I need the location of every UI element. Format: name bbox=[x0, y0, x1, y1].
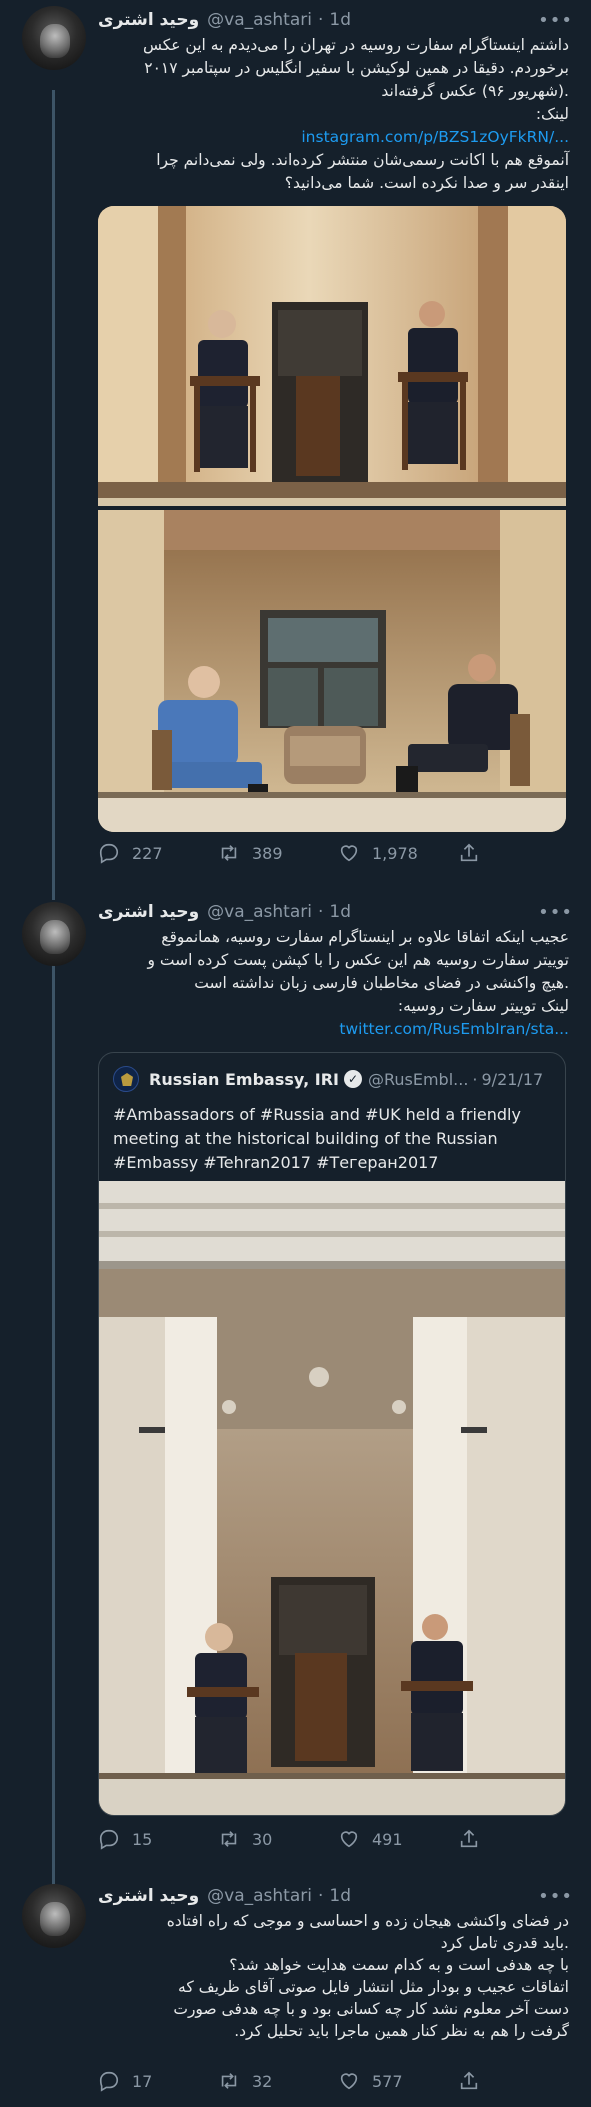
separator-dot: · bbox=[472, 1069, 478, 1089]
share-icon bbox=[460, 1829, 478, 1848]
reply-count: 17 bbox=[132, 2071, 153, 2091]
embassy-emblem-icon[interactable] bbox=[113, 1066, 139, 1092]
timestamp[interactable]: 1d bbox=[329, 1886, 351, 1906]
reply-count: 15 bbox=[132, 1829, 153, 1849]
retweet-icon bbox=[221, 1831, 237, 1847]
more-options-icon[interactable]: ••• bbox=[538, 1886, 573, 1907]
text-line: توییتر سفارت روسیه هم این عکس را با کپشن… bbox=[147, 951, 569, 969]
twitter-link[interactable]: twitter.com/RusEmbIran/sta... bbox=[98, 1018, 569, 1041]
tweet-text: عجیب اینکه اتفاقا علاوه بر اینستاگرام سف… bbox=[98, 926, 569, 1041]
tweet-actions: 15 30 491 bbox=[98, 1824, 498, 1854]
text-line: عجیب اینکه اتفاقا علاوه بر اینستاگرام سف… bbox=[161, 928, 569, 946]
retweet-button[interactable]: 30 bbox=[218, 1828, 338, 1850]
instagram-link[interactable]: instagram.com/p/BZS1zOyFkRN/... bbox=[98, 126, 569, 149]
tweet-header: وحید اشتری @va_ashtari · 1d ••• bbox=[98, 8, 573, 32]
quote-text-line: #Ambassadors of #Russia and #UK held a f… bbox=[113, 1105, 521, 1124]
tweet-text: در فضای واکنشی هیجان زده و احساسی و موجی… bbox=[98, 1910, 569, 2042]
retweet-count: 389 bbox=[252, 843, 283, 863]
reply-button[interactable]: 15 bbox=[98, 1828, 218, 1850]
avatar[interactable] bbox=[22, 6, 86, 70]
author-handle[interactable]: @va_ashtari bbox=[207, 1886, 312, 1906]
text-line: در فضای واکنشی هیجان زده و احساسی و موجی… bbox=[166, 1912, 569, 1930]
quote-text-line: #Embassy #Tehran2017 #Тегеран2017 bbox=[113, 1153, 439, 1172]
like-icon bbox=[340, 1831, 358, 1848]
tweet-1[interactable]: وحید اشتری @va_ashtari · 1d ••• داشتم ای… bbox=[0, 0, 591, 880]
author-handle[interactable]: @va_ashtari bbox=[207, 902, 312, 922]
text-line: داشتم اینستاگرام سفارت روسیه در تهران را… bbox=[142, 36, 569, 54]
text-line: .(شهریور ۹۶) عکس گرفته‌اند bbox=[381, 82, 569, 100]
tweet-header: وحید اشتری @va_ashtari · 1d ••• bbox=[98, 900, 573, 924]
quote-tweet[interactable]: Russian Embassy, IRI ✓ @RusEmbl... · 9/2… bbox=[98, 1052, 566, 1816]
like-icon bbox=[340, 845, 358, 862]
quote-header: Russian Embassy, IRI ✓ @RusEmbl... · 9/2… bbox=[113, 1066, 551, 1092]
like-count: 491 bbox=[372, 1829, 403, 1849]
quote-text-line: meeting at the historical building of th… bbox=[113, 1129, 498, 1148]
share-icon bbox=[460, 2071, 478, 2090]
text-line: .هیچ واکنشی در فضای مخاطبان فارسی زبان ن… bbox=[194, 974, 569, 992]
timestamp[interactable]: 1d bbox=[329, 902, 351, 922]
text-line: اتفاقات عجیب و بودار مثل انتشار فایل صوت… bbox=[178, 1978, 569, 1996]
author-name[interactable]: وحید اشتری bbox=[98, 902, 199, 922]
tweet-text: داشتم اینستاگرام سفارت روسیه در تهران را… bbox=[98, 34, 569, 195]
quote-author-handle[interactable]: @RusEmbl... bbox=[368, 1070, 468, 1089]
quote-photo[interactable] bbox=[99, 1181, 565, 1815]
retweet-count: 30 bbox=[252, 1829, 273, 1849]
separator-dot: · bbox=[317, 1886, 324, 1906]
text-line: با چه هدفی است و به کدام سمت هدایت خواهد… bbox=[229, 1956, 569, 1974]
reply-button[interactable]: 227 bbox=[98, 842, 218, 864]
like-button[interactable]: 1,978 bbox=[338, 842, 458, 864]
text-line: دست آخر معلوم نشد کار چه کسانی بود و با … bbox=[173, 2000, 569, 2018]
like-button[interactable]: 577 bbox=[338, 2070, 458, 2092]
reply-icon bbox=[99, 2071, 119, 2092]
share-icon bbox=[460, 843, 478, 862]
more-options-icon[interactable]: ••• bbox=[538, 10, 573, 31]
quote-photo-image bbox=[99, 1181, 565, 1815]
avatar[interactable] bbox=[22, 902, 86, 966]
like-button[interactable]: 491 bbox=[338, 1828, 458, 1850]
like-count: 577 bbox=[372, 2071, 403, 2091]
retweet-button[interactable]: 32 bbox=[218, 2070, 338, 2092]
text-line: برخوردم. دقیقا در همین لوکیشن با سفیر ان… bbox=[144, 59, 569, 77]
like-count: 1,978 bbox=[372, 843, 418, 863]
retweet-icon bbox=[221, 2073, 237, 2089]
verified-badge-icon: ✓ bbox=[343, 1070, 362, 1088]
retweet-button[interactable]: 389 bbox=[218, 842, 338, 864]
tweet-actions: 17 32 577 bbox=[98, 2066, 498, 2096]
tweet-photo[interactable] bbox=[98, 206, 566, 832]
share-button[interactable] bbox=[458, 2070, 498, 2092]
separator-dot: · bbox=[317, 902, 324, 922]
author-name[interactable]: وحید اشتری bbox=[98, 10, 199, 30]
text-line: گرفت را هم به نظر کنار همین ماجرا باید ت… bbox=[234, 2022, 569, 2040]
text-line: لینک: bbox=[535, 105, 569, 123]
reply-icon bbox=[99, 843, 119, 864]
text-line: آنموقع هم با اکانت رسمی‌شان منتشر کرده‌ا… bbox=[156, 151, 569, 169]
timestamp[interactable]: 1d bbox=[329, 10, 351, 30]
like-icon bbox=[340, 2073, 358, 2090]
text-line: اینقدر سر و صدا نکرده است. شما می‌دانید؟ bbox=[284, 174, 569, 192]
author-handle[interactable]: @va_ashtari bbox=[207, 10, 312, 30]
tweet-2[interactable]: وحید اشتری @va_ashtari · 1d ••• عجیب این… bbox=[0, 892, 591, 1852]
more-options-icon[interactable]: ••• bbox=[538, 902, 573, 923]
separator-dot: · bbox=[317, 10, 324, 30]
tweet-actions: 227 389 1,978 bbox=[98, 838, 498, 868]
share-button[interactable] bbox=[458, 1828, 498, 1850]
text-line: .باید قدری تامل کرد bbox=[440, 1934, 569, 1952]
share-button[interactable] bbox=[458, 842, 498, 864]
quote-timestamp[interactable]: 9/21/17 bbox=[482, 1070, 544, 1089]
retweet-count: 32 bbox=[252, 2071, 273, 2091]
tweet-header: وحید اشتری @va_ashtari · 1d ••• bbox=[98, 1884, 573, 1908]
tweet-3[interactable]: وحید اشتری @va_ashtari · 1d ••• در فضای … bbox=[0, 1876, 591, 2107]
author-name[interactable]: وحید اشتری bbox=[98, 1886, 199, 1906]
quote-author-name[interactable]: Russian Embassy, IRI bbox=[149, 1070, 339, 1089]
text-line: لینک توییتر سفارت روسیه: bbox=[397, 997, 569, 1015]
quote-text: #Ambassadors of #Russia and #UK held a f… bbox=[113, 1103, 551, 1175]
reply-count: 227 bbox=[132, 843, 163, 863]
photo-image bbox=[98, 206, 566, 832]
reply-button[interactable]: 17 bbox=[98, 2070, 218, 2092]
reply-icon bbox=[99, 1829, 119, 1850]
avatar[interactable] bbox=[22, 1884, 86, 1948]
retweet-icon bbox=[221, 845, 237, 861]
